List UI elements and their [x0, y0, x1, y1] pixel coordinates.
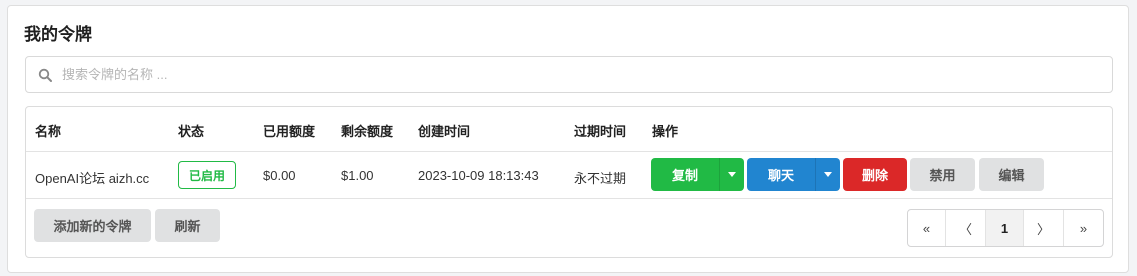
status-badge: 已启用 — [178, 161, 236, 189]
remaining-quota: $1.00 — [341, 168, 374, 183]
copy-button[interactable]: 复制 — [651, 158, 719, 191]
expire-time: 永不过期 — [574, 171, 627, 186]
prev-page-button[interactable]: 〈 — [946, 210, 986, 246]
caret-down-icon — [728, 172, 736, 177]
last-page-button[interactable]: » — [1064, 210, 1103, 246]
edit-button[interactable]: 编辑 — [979, 158, 1044, 191]
column-header-expires: 过期时间 — [574, 124, 627, 139]
chat-button[interactable]: 聊天 — [747, 158, 815, 191]
refresh-button[interactable]: 刷新 — [155, 209, 220, 242]
search-input[interactable] — [62, 67, 1112, 82]
created-time: 2023-10-09 18:13:43 — [418, 168, 539, 183]
token-name: OpenAI论坛 aizh.cc — [35, 171, 150, 186]
search-bar[interactable] — [25, 56, 1113, 93]
disable-button[interactable]: 禁用 — [910, 158, 975, 191]
search-icon — [38, 68, 52, 82]
table-header: 名称 状态 已用额度 剩余额度 创建时间 过期时间 操作 — [26, 107, 1112, 152]
caret-down-icon — [824, 172, 832, 177]
add-token-button[interactable]: 添加新的令牌 — [34, 209, 151, 242]
copy-dropdown-button[interactable] — [719, 158, 744, 191]
pagination: « 〈 1 〉 » — [907, 209, 1104, 247]
column-header-name: 名称 — [35, 124, 62, 139]
column-header-remaining: 剩余额度 — [341, 124, 394, 139]
first-page-button[interactable]: « — [908, 210, 946, 246]
column-header-created: 创建时间 — [418, 124, 471, 139]
chat-dropdown-button[interactable] — [815, 158, 840, 191]
table-row: OpenAI论坛 aizh.cc 已启用 $0.00 $1.00 2023-10… — [26, 152, 1112, 199]
page-title: 我的令牌 — [24, 25, 92, 44]
column-header-status: 状态 — [178, 124, 205, 139]
page-1-button[interactable]: 1 — [986, 210, 1024, 246]
column-header-actions: 操作 — [652, 124, 679, 139]
delete-button[interactable]: 删除 — [843, 158, 907, 191]
tokens-card: 我的令牌 名称 状态 已用额度 剩余额度 创建时间 过期时间 操作 OpenAI… — [7, 5, 1129, 273]
used-quota: $0.00 — [263, 168, 296, 183]
tokens-table: 名称 状态 已用额度 剩余额度 创建时间 过期时间 操作 OpenAI论坛 ai… — [25, 106, 1113, 258]
next-page-button[interactable]: 〉 — [1024, 210, 1064, 246]
column-header-used: 已用额度 — [263, 124, 316, 139]
